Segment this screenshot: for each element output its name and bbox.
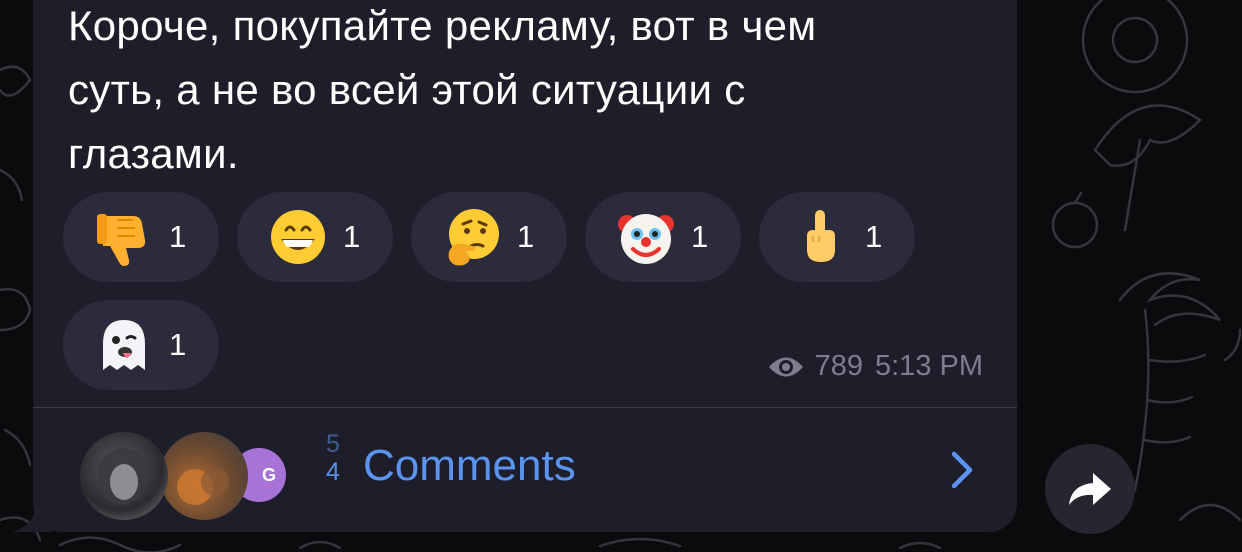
reaction-thinking-face[interactable]: 1 bbox=[411, 192, 567, 282]
avatar bbox=[160, 432, 248, 520]
clown-face-icon bbox=[615, 206, 677, 268]
reaction-grinning-face[interactable]: 1 bbox=[237, 192, 393, 282]
comments-label: Comments bbox=[363, 441, 576, 490]
comment-count-current: 4 bbox=[326, 458, 340, 486]
reaction-count: 1 bbox=[865, 219, 883, 254]
thinking-face-icon bbox=[441, 206, 503, 268]
message-text: Короче, покупайте рекламу, вот в чем сут… bbox=[68, 0, 998, 186]
share-button[interactable] bbox=[1045, 444, 1135, 534]
message-time: 5:13 PM bbox=[875, 350, 983, 382]
middle-finger-icon bbox=[789, 206, 851, 268]
reaction-ghost[interactable]: 1 bbox=[63, 300, 219, 390]
message-line: суть, а не во всей этой ситуации с bbox=[68, 66, 746, 113]
avatar-initial: G bbox=[261, 464, 276, 485]
reaction-clown-face[interactable]: 1 bbox=[585, 192, 741, 282]
share-arrow-icon bbox=[1069, 473, 1111, 505]
message-bubble: Короче, покупайте рекламу, вот в чем сут… bbox=[33, 0, 1017, 532]
reaction-count: 1 bbox=[691, 219, 709, 254]
grinning-face-icon bbox=[267, 206, 329, 268]
message-line: глазами. bbox=[68, 130, 239, 177]
comment-count-previous: 5 bbox=[326, 430, 340, 458]
reaction-count: 1 bbox=[169, 327, 187, 362]
thumbs-down-icon bbox=[93, 206, 155, 268]
reaction-middle-finger[interactable]: 1 bbox=[759, 192, 915, 282]
reaction-thumbs-down[interactable]: 1 bbox=[63, 192, 219, 282]
ghost-icon bbox=[93, 314, 155, 376]
message-meta: 789 5:13 PM bbox=[767, 350, 983, 383]
reaction-count: 1 bbox=[169, 219, 187, 254]
chevron-right-icon bbox=[951, 451, 973, 489]
comments-button[interactable]: G 5 4 Comments bbox=[33, 408, 1017, 532]
eye-icon bbox=[768, 357, 803, 376]
comment-count: 5 4 bbox=[321, 430, 345, 486]
message-line: Короче, покупайте рекламу, вот в чем bbox=[68, 2, 817, 49]
reaction-count: 1 bbox=[517, 219, 535, 254]
reaction-count: 1 bbox=[343, 219, 361, 254]
view-count: 789 bbox=[814, 350, 863, 382]
avatar bbox=[80, 432, 168, 520]
